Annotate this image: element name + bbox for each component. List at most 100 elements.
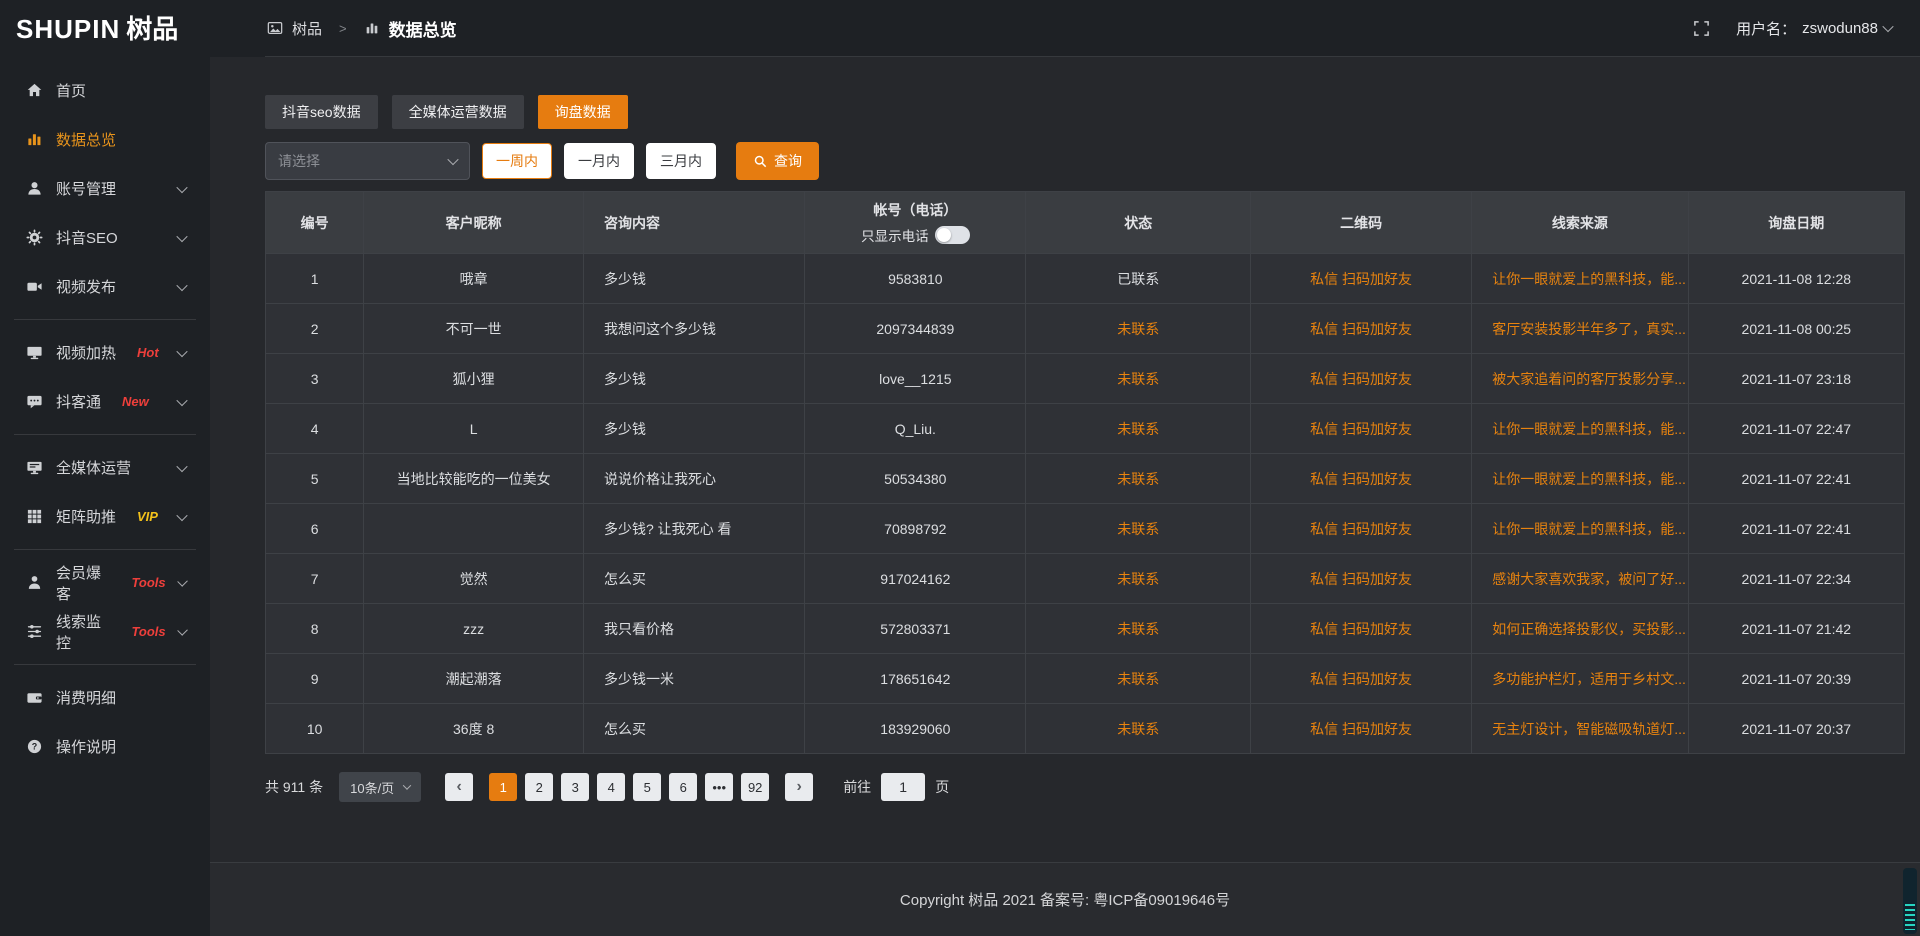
row-qrcode-links[interactable]: 私信 扫码加好友 xyxy=(1250,304,1471,354)
row-status: 未联系 xyxy=(1026,304,1251,354)
row-source-link[interactable]: 如何正确选择投影仪，买投影... xyxy=(1472,604,1688,654)
sidebar-item-video-publish[interactable]: 视频发布 xyxy=(0,262,210,311)
page-button[interactable]: 6 xyxy=(669,773,697,801)
sidebar-item-douketong[interactable]: 抖客通 New xyxy=(0,377,210,426)
row-qrcode-links[interactable]: 私信 扫码加好友 xyxy=(1250,454,1471,504)
pagination: 共 911 条 10条/页 ‹ 1 2 3 4 5 6 xyxy=(265,772,1905,802)
row-id: 6 xyxy=(266,504,364,554)
fullscreen-button[interactable] xyxy=(1693,20,1710,37)
username: zswodun88 xyxy=(1802,20,1878,37)
row-source-link[interactable]: 多功能护栏灯，适用于乡村文... xyxy=(1472,654,1688,704)
row-qrcode-links[interactable]: 私信 扫码加好友 xyxy=(1250,404,1471,454)
sidebar-item-member-burst[interactable]: 会员爆客 Tools xyxy=(0,558,210,607)
phone-only-toggle[interactable] xyxy=(935,226,970,244)
page-button[interactable]: 1 xyxy=(489,773,517,801)
sidebar-item-label: 消费明细 xyxy=(56,687,116,708)
row-id: 3 xyxy=(266,354,364,404)
total-count: 共 911 条 xyxy=(265,777,323,797)
row-status: 未联系 xyxy=(1026,504,1251,554)
row-qrcode-links[interactable]: 私信 扫码加好友 xyxy=(1250,704,1471,754)
row-source-link[interactable]: 无主灯设计，智能磁吸轨道灯... xyxy=(1472,704,1688,754)
chevron-down-icon xyxy=(177,625,188,636)
page-button[interactable]: 3 xyxy=(561,773,589,801)
chat-icon xyxy=(26,393,43,410)
row-status: 未联系 xyxy=(1026,554,1251,604)
row-source-link[interactable]: 客厅安装投影半年多了，真实... xyxy=(1472,304,1688,354)
sidebar-item-help[interactable]: ? 操作说明 xyxy=(0,722,210,771)
tab-inquiry-data[interactable]: 询盘数据 xyxy=(538,95,628,129)
next-page-button[interactable]: › xyxy=(785,773,813,801)
page-title: 数据总览 xyxy=(389,16,457,41)
sidebar-item-label: 线索监控 xyxy=(56,611,110,653)
sidebar-item-douyin-seo[interactable]: 抖音SEO xyxy=(0,213,210,262)
prev-page-button[interactable]: ‹ xyxy=(445,773,473,801)
home-icon xyxy=(26,82,43,99)
sidebar-item-label: 视频加热 xyxy=(56,342,116,363)
sidebar-item-home[interactable]: 首页 xyxy=(0,66,210,115)
range-week-button[interactable]: 一周内 xyxy=(482,143,552,179)
gear-icon xyxy=(26,229,43,246)
row-id: 10 xyxy=(266,704,364,754)
row-qrcode-links[interactable]: 私信 扫码加好友 xyxy=(1250,654,1471,704)
row-date: 2021-11-08 00:25 xyxy=(1688,304,1904,354)
row-content: 说说价格让我死心 xyxy=(583,454,804,504)
phone-only-label: 只显示电话 xyxy=(861,225,929,245)
row-source-link[interactable]: 感谢大家喜欢我家，被问了好... xyxy=(1472,554,1688,604)
table-row: 5 当地比较能吃的一位美女 说说价格让我死心 50534380 未联系 私信 扫… xyxy=(266,454,1905,504)
row-qrcode-links[interactable]: 私信 扫码加好友 xyxy=(1250,504,1471,554)
screen-icon xyxy=(26,459,43,476)
inquiry-table: 编号 客户昵称 咨询内容 帐号（电话） 只显示电话 xyxy=(265,191,1905,754)
page-button[interactable]: ••• xyxy=(705,773,733,801)
sidebar-item-account[interactable]: 账号管理 xyxy=(0,164,210,213)
row-source-link[interactable]: 让你一眼就爱上的黑科技，能... xyxy=(1472,454,1688,504)
range-month-button[interactable]: 一月内 xyxy=(564,143,634,179)
row-status: 未联系 xyxy=(1026,654,1251,704)
sidebar-divider xyxy=(14,434,196,435)
row-account: 50534380 xyxy=(805,454,1026,504)
table-row: 4 L 多少钱 Q_Liu. 未联系 私信 扫码加好友 让你一眼就爱上的黑科技，… xyxy=(266,404,1905,454)
sidebar-item-data-overview[interactable]: 数据总览 xyxy=(0,115,210,164)
page-button[interactable]: 4 xyxy=(597,773,625,801)
search-icon xyxy=(753,154,768,169)
row-source-link[interactable]: 让你一眼就爱上的黑科技，能... xyxy=(1472,504,1688,554)
search-button[interactable]: 查询 xyxy=(736,142,819,180)
footer: Copyright 树品 2021 备案号: 粤ICP备09019646号 xyxy=(210,862,1920,936)
recorder-widget[interactable] xyxy=(1903,868,1917,934)
row-source-link[interactable]: 被大家追着问的客厅投影分享... xyxy=(1472,354,1688,404)
row-source-link[interactable]: 让你一眼就爱上的黑科技，能... xyxy=(1472,404,1688,454)
sidebar-item-lead-monitor[interactable]: 线索监控 Tools xyxy=(0,607,210,656)
row-id: 1 xyxy=(266,254,364,304)
sidebar-item-all-media[interactable]: 全媒体运营 xyxy=(0,443,210,492)
table-body: 1 哦章 多少钱 9583810 已联系 私信 扫码加好友 让你一眼就爱上的黑科… xyxy=(266,254,1905,754)
row-qrcode-links[interactable]: 私信 扫码加好友 xyxy=(1250,354,1471,404)
row-status: 未联系 xyxy=(1026,404,1251,454)
sidebar-divider xyxy=(14,319,196,320)
row-date: 2021-11-07 22:41 xyxy=(1688,454,1904,504)
page-button[interactable]: 5 xyxy=(633,773,661,801)
svg-text:?: ? xyxy=(32,742,37,752)
user-dropdown[interactable]: 用户名：zswodun88 xyxy=(1736,18,1892,39)
goto-page-input[interactable] xyxy=(881,773,925,801)
range-quarter-button[interactable]: 三月内 xyxy=(646,143,716,179)
filter-select[interactable]: 请选择 xyxy=(265,142,470,180)
sidebar-item-expense-detail[interactable]: 消费明细 xyxy=(0,673,210,722)
row-date: 2021-11-07 20:37 xyxy=(1688,704,1904,754)
bar-chart-icon xyxy=(364,20,380,36)
sidebar-item-video-heat[interactable]: 视频加热 Hot xyxy=(0,328,210,377)
breadcrumb-root[interactable]: 树品 xyxy=(292,18,322,39)
tab-all-media-data[interactable]: 全媒体运营数据 xyxy=(392,95,524,129)
page-size-select[interactable]: 10条/页 xyxy=(339,772,421,802)
sidebar-item-label: 操作说明 xyxy=(56,736,116,757)
page-button[interactable]: 2 xyxy=(525,773,553,801)
topbar: SHUPIN 树品 树品 > 数据总览 用户名：zswodun88 xyxy=(0,0,1920,57)
row-source-link[interactable]: 让你一眼就爱上的黑科技，能... xyxy=(1472,254,1688,304)
tab-douyin-seo-data[interactable]: 抖音seo数据 xyxy=(265,95,378,129)
row-qrcode-links[interactable]: 私信 扫码加好友 xyxy=(1250,554,1471,604)
row-status: 未联系 xyxy=(1026,704,1251,754)
row-qrcode-links[interactable]: 私信 扫码加好友 xyxy=(1250,254,1471,304)
row-qrcode-links[interactable]: 私信 扫码加好友 xyxy=(1250,604,1471,654)
sidebar-item-matrix-boost[interactable]: 矩阵助推 VIP xyxy=(0,492,210,541)
chevron-down-icon xyxy=(176,460,187,471)
page-button[interactable]: 92 xyxy=(741,773,769,801)
row-account: 178651642 xyxy=(805,654,1026,704)
